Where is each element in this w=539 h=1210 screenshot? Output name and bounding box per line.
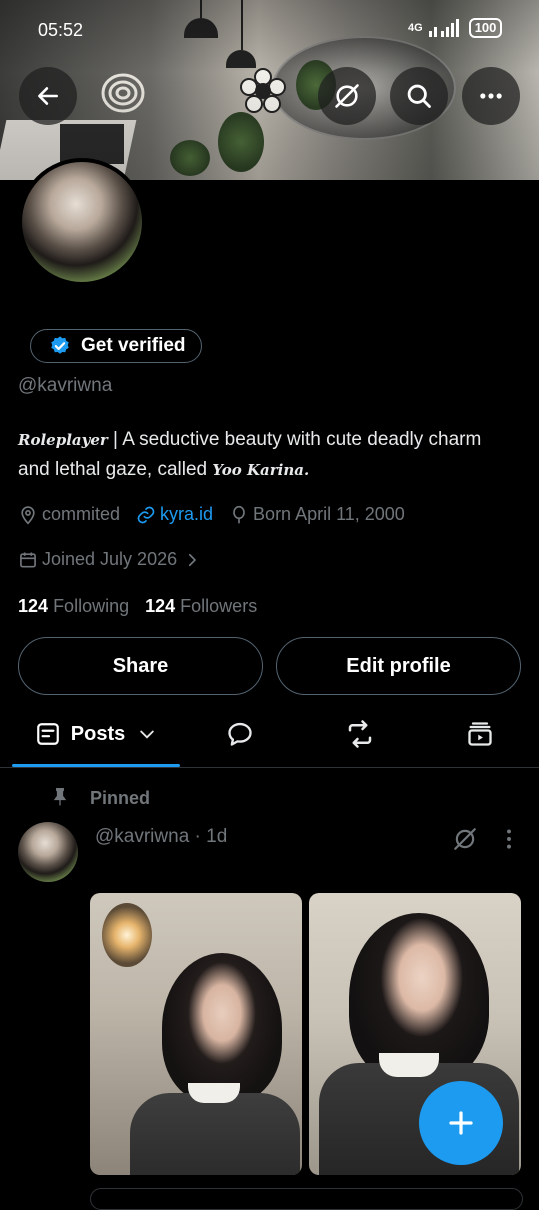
- followers-count: 124: [145, 596, 176, 616]
- network-label: 4G: [408, 22, 423, 34]
- more-options-button[interactable]: [462, 67, 520, 125]
- tab-videos[interactable]: [452, 712, 508, 756]
- post-author-handle[interactable]: @kavriwna: [95, 826, 189, 847]
- reply-bubble-icon: [228, 722, 252, 746]
- post-header: @kavriwna · 1d: [95, 826, 227, 848]
- profile-handle: @kavriwna: [18, 375, 113, 396]
- profile-birthday: Born April 11, 2000: [253, 504, 405, 524]
- pinned-label: Pinned: [90, 788, 151, 808]
- verified-badge-icon: [51, 336, 69, 354]
- location-pin-icon: [21, 505, 35, 525]
- profile-avatar[interactable]: [18, 158, 146, 286]
- video-stack-icon: [468, 722, 492, 746]
- tab-posts[interactable]: Posts: [12, 704, 180, 764]
- following-label: Following: [53, 596, 130, 616]
- share-button[interactable]: Share: [18, 637, 263, 695]
- link-icon: [137, 506, 155, 523]
- get-verified-label: Get verified: [81, 335, 186, 356]
- status-indicators: 4G 100: [408, 18, 503, 38]
- calendar-icon: [20, 552, 36, 567]
- post-more-icon[interactable]: [500, 826, 518, 852]
- slash-circle-icon: [335, 84, 359, 108]
- post-photo-1[interactable]: [90, 893, 302, 1175]
- bio-script-prefix: Roleplayer: [18, 431, 108, 449]
- compose-button[interactable]: [419, 1081, 503, 1165]
- more-horizontal-icon: [480, 93, 502, 99]
- get-verified-button[interactable]: Get verified: [30, 329, 202, 363]
- tab-reposts[interactable]: [332, 712, 388, 756]
- pin-icon: [53, 788, 67, 806]
- post-author-avatar[interactable]: [18, 822, 78, 882]
- battery-icon: 100: [468, 18, 503, 38]
- tab-posts-label: Posts: [70, 722, 126, 745]
- back-button[interactable]: [19, 67, 77, 125]
- posts-icon: [36, 723, 59, 745]
- profile-link[interactable]: kyra.id: [136, 504, 213, 525]
- status-time: 05:52: [38, 20, 84, 40]
- plus-icon: [449, 1111, 473, 1135]
- grok-button[interactable]: [318, 67, 376, 125]
- post-time: · 1d: [194, 826, 228, 847]
- edit-profile-button[interactable]: Edit profile: [276, 637, 521, 695]
- following-count: 124: [18, 596, 49, 616]
- profile-link-text[interactable]: kyra.id: [160, 504, 213, 525]
- profile-bio: Roleplayer | A seductive beauty with cut…: [18, 425, 518, 485]
- arrow-left-icon: [38, 87, 58, 105]
- profile-joined: Joined July 2026: [42, 549, 178, 569]
- followers-link[interactable]: 124 Followers: [145, 596, 257, 617]
- balloon-icon: [233, 505, 245, 523]
- tab-replies[interactable]: [212, 712, 268, 756]
- search-button[interactable]: [390, 67, 448, 125]
- followers-label: Followers: [180, 596, 258, 616]
- tab-divider: [0, 767, 539, 768]
- following-link[interactable]: 124 Following: [18, 596, 129, 617]
- follow-stats: 124 Following 124 Followers: [18, 596, 257, 617]
- chevron-right-icon: [189, 553, 197, 566]
- signal-icon: [428, 19, 459, 37]
- profile-location: commited: [42, 504, 121, 524]
- search-icon: [407, 84, 431, 108]
- bio-script-suffix: Yoo Karina.: [212, 461, 310, 479]
- joined-row[interactable]: Joined July 2026: [18, 549, 201, 570]
- chevron-down-icon[interactable]: [137, 724, 157, 744]
- next-post-card: [90, 1188, 523, 1210]
- repost-icon: [348, 720, 372, 748]
- profile-meta-row: commited kyra.id Born April 11, 2000: [18, 504, 405, 525]
- post-grok-icon[interactable]: [452, 826, 478, 852]
